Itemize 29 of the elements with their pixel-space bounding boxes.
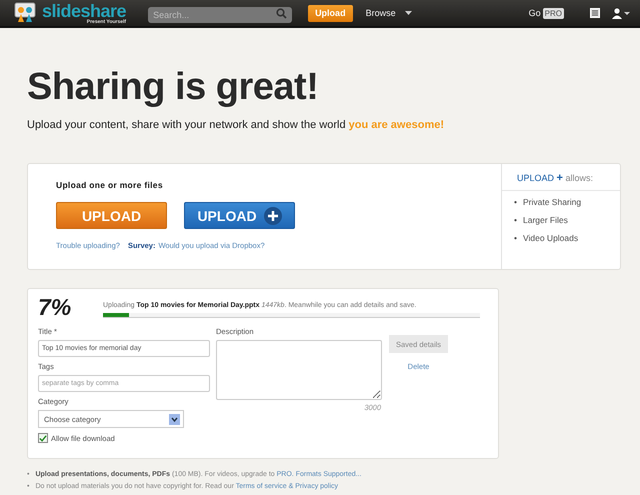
upload-plus-button[interactable]: UPLOAD [184,202,295,229]
logo-icon [14,2,36,24]
dropdown-icon [169,414,180,424]
document-icon[interactable] [590,8,600,18]
checkbox[interactable] [38,433,48,443]
bullet: • [514,215,517,226]
go-label[interactable]: Go [528,8,541,18]
hero-subtitle: Upload your content, share with your network and show the world you are awesome! [27,119,445,131]
upload-button[interactable]: Upload [308,4,353,22]
search-icon [276,8,288,19]
plus-icon [264,206,282,224]
caret-icon[interactable] [404,11,412,15]
bullet: • [514,197,517,208]
bullet: • [514,233,517,244]
feature-item: Video Uploads [522,233,578,244]
description-field[interactable] [216,340,382,400]
progress-percent: 7% [38,294,72,321]
feature-item: Private Sharing [522,197,582,208]
user-icon[interactable] [612,8,630,18]
browse-menu[interactable]: Browse [362,8,399,18]
allows-label: allows: [565,173,593,183]
hero-title: Sharing is great! [27,66,320,109]
plus-title: UPLOAD + [517,173,563,183]
feature-item: Larger Files [522,215,568,226]
upload-heading: Upload one or more files [56,180,164,190]
logo-text[interactable]: slideshare [42,2,126,20]
upload-button[interactable]: UPLOAD [56,202,167,229]
search-field[interactable]: Search... [148,7,292,23]
pro-badge[interactable]: PRO [542,8,564,18]
